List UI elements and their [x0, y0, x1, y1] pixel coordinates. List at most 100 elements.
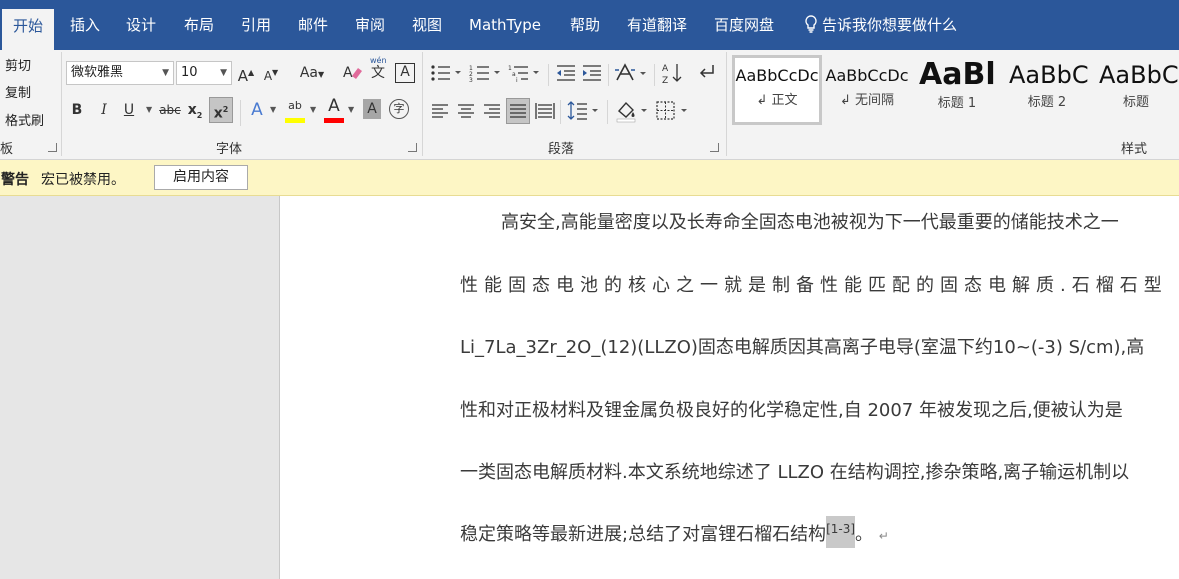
chinese-layout-icon[interactable]	[615, 62, 649, 84]
bold-button[interactable]: B	[68, 98, 86, 122]
underline-dropdown[interactable]: ▼	[146, 98, 152, 122]
sort-icon[interactable]: A Z	[662, 61, 684, 85]
align-left-icon[interactable]	[430, 102, 450, 120]
style-heading-2[interactable]: AaBbC 标题 2	[1003, 55, 1091, 125]
font-name-combo[interactable]: 微软雅黑 ▼	[66, 61, 174, 85]
tab-design[interactable]: 设计	[118, 8, 164, 42]
justify-button[interactable]	[506, 98, 530, 124]
italic-icon: I	[101, 102, 107, 118]
style-preview: AaBbC	[1099, 61, 1179, 89]
paragraph-dialog-launcher[interactable]	[710, 143, 719, 152]
copy-button[interactable]: 复制	[5, 82, 31, 101]
shrink-font-icon: A	[263, 69, 273, 83]
highlight-button[interactable]: ab	[284, 94, 306, 123]
enclose-characters-icon: 字	[393, 102, 405, 115]
separator	[548, 64, 549, 86]
distributed-icon[interactable]	[535, 102, 555, 120]
style-preview: AaBbC	[1009, 61, 1089, 89]
tab-mailings[interactable]: 邮件	[290, 8, 336, 42]
highlight-dropdown[interactable]: ▼	[310, 98, 316, 122]
bullets-icon[interactable]	[430, 63, 464, 83]
borders-icon[interactable]	[655, 100, 691, 122]
grow-font-button[interactable]: A▲	[237, 61, 255, 85]
ribbon: 剪切 复制 格式刷 板 微软雅黑 ▼ 10 ▼ A▲ A▼ Aa▼ A wén …	[0, 50, 1179, 160]
phonetic-guide-icon: 文	[371, 65, 385, 81]
line-spacing-icon[interactable]	[567, 100, 601, 122]
subscript-mark: 2	[196, 110, 203, 120]
style-name: 标题	[1122, 95, 1149, 110]
clipboard-dialog-launcher[interactable]	[48, 143, 57, 152]
decrease-indent-icon[interactable]	[555, 63, 577, 83]
multilevel-list-icon[interactable]: 1ai	[508, 63, 542, 83]
superscript-button[interactable]: x2	[209, 97, 233, 123]
style-no-spacing[interactable]: AaBbCcDc ↲ 无间隔	[823, 55, 911, 125]
superscript-icon: x	[213, 105, 223, 122]
security-warning-bar: 警告 宏已被禁用。 启用内容	[0, 160, 1179, 196]
font-size-value: 10	[181, 65, 198, 80]
chevron-down-icon: ▼	[220, 68, 227, 78]
warning-message: 宏已被禁用。	[41, 172, 125, 188]
tab-references[interactable]: 引用	[233, 8, 279, 42]
font-name-value: 微软雅黑	[71, 65, 124, 80]
character-border-button[interactable]: A	[395, 63, 415, 83]
tab-layout[interactable]: 布局	[176, 8, 222, 42]
svg-text:3: 3	[469, 77, 473, 83]
styles-group-label: 样式	[1121, 142, 1148, 157]
style-heading-1[interactable]: AaBl 标题 1	[913, 55, 1001, 125]
tab-help[interactable]: 帮助	[562, 8, 608, 42]
show-hide-marks-icon[interactable]	[697, 62, 717, 84]
enable-content-button[interactable]: 启用内容	[154, 165, 248, 190]
increase-indent-icon[interactable]	[581, 63, 603, 83]
align-center-icon[interactable]	[456, 102, 476, 120]
font-size-combo[interactable]: 10 ▼	[176, 61, 232, 85]
svg-text:i: i	[516, 77, 518, 83]
paragraph-shading-icon[interactable]	[615, 99, 651, 123]
citation-superscript[interactable]: [1-3]	[826, 516, 856, 548]
tab-mathtype[interactable]: MathType	[461, 8, 549, 42]
doc-line-1: 高安全,高能量密度以及长寿命全固态电池被视为下一代最重要的储能技术之一	[501, 212, 1119, 233]
cut-button[interactable]: 剪切	[5, 55, 31, 74]
tab-view[interactable]: 视图	[404, 8, 450, 42]
styles-gallery: AaBbCcDc ↲ 正文 AaBbCcDc ↲ 无间隔 AaBl 标题 1 A…	[731, 50, 1179, 134]
highlight-color-bar	[285, 118, 305, 123]
tell-me-search[interactable]: 告诉我你想要做什么	[796, 8, 965, 42]
tab-insert[interactable]: 插入	[62, 8, 108, 42]
tab-home[interactable]: 开始	[2, 9, 54, 50]
style-normal[interactable]: AaBbCcDc ↲ 正文	[732, 55, 822, 125]
font-color-dropdown[interactable]: ▼	[348, 98, 354, 122]
tab-review[interactable]: 审阅	[347, 8, 393, 42]
style-preview: AaBbCcDc	[735, 66, 819, 85]
lightbulb-icon	[805, 15, 817, 33]
underline-button[interactable]: U	[120, 98, 138, 122]
shrink-font-button[interactable]: A▼	[262, 61, 280, 85]
font-color-icon: A	[328, 96, 340, 116]
clear-formatting-button[interactable]: A	[342, 61, 364, 85]
style-title[interactable]: AaBbC 标题	[1093, 55, 1179, 125]
strikethrough-button[interactable]: abc	[158, 98, 182, 122]
font-dialog-launcher[interactable]	[408, 143, 417, 152]
character-shading-button[interactable]: A	[363, 99, 381, 119]
warning-title: 警告	[1, 172, 29, 188]
enclose-characters-button[interactable]: 字	[389, 99, 409, 119]
paragraph-group-label: 段落	[548, 142, 575, 157]
italic-button[interactable]: I	[95, 98, 113, 122]
text-effects-dropdown[interactable]: ▼	[270, 98, 276, 122]
separator	[240, 100, 241, 126]
format-painter-button[interactable]: 格式刷	[5, 110, 44, 129]
style-name: ↲ 正文	[756, 93, 798, 108]
change-case-button[interactable]: Aa▼	[295, 61, 329, 85]
document-page[interactable]: 高安全,高能量密度以及长寿命全固态电池被视为下一代最重要的储能技术之一 性能固态…	[279, 196, 1179, 579]
clipboard-group-label: 板	[0, 142, 14, 157]
doc-line-4: 性和对正极材料及锂金属负极良好的化学稳定性,自 2007 年被发现之后,便被认为…	[460, 400, 1123, 421]
text-effects-button[interactable]: A	[248, 98, 266, 122]
eraser-icon: A	[343, 65, 362, 81]
numbering-icon[interactable]: 123	[469, 63, 503, 83]
doc-line-6-end: 。	[855, 524, 874, 545]
phonetic-guide-button[interactable]: wén 文	[368, 56, 390, 82]
tab-baidu-netdisk[interactable]: 百度网盘	[706, 8, 782, 42]
tab-youdao-translate[interactable]: 有道翻译	[619, 8, 695, 42]
subscript-button[interactable]: x2	[186, 98, 204, 122]
align-right-icon[interactable]	[482, 102, 502, 120]
font-color-button[interactable]: A	[324, 94, 344, 123]
text-effects-icon: A	[251, 100, 263, 120]
